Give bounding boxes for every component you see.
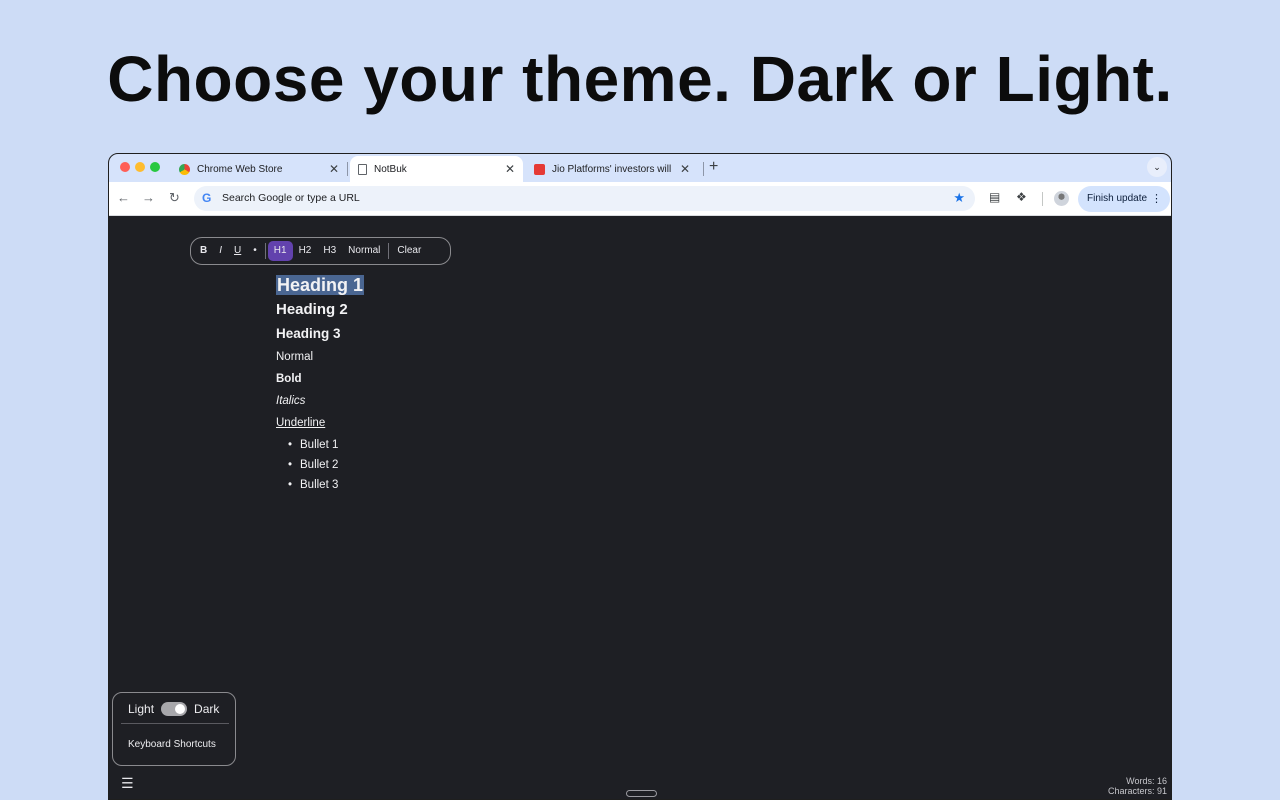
resize-handle[interactable] xyxy=(626,790,657,797)
bullet-button[interactable]: • xyxy=(247,241,263,261)
close-tab-icon[interactable]: ✕ xyxy=(680,162,690,176)
tab-search-chevron-icon[interactable]: ⌄ xyxy=(1147,157,1167,177)
tab-title: NotBuk xyxy=(374,163,407,175)
google-icon: G xyxy=(202,191,212,205)
close-tab-icon[interactable]: ✕ xyxy=(505,162,515,176)
maximize-window-button[interactable] xyxy=(150,162,160,172)
theme-toggle-row: Light Dark xyxy=(128,702,219,716)
heading-2-line[interactable]: Heading 2 xyxy=(276,298,364,322)
dark-label: Dark xyxy=(194,702,220,716)
underline-line[interactable]: Underline xyxy=(276,412,364,434)
italic-button[interactable]: I xyxy=(213,241,228,261)
browser-toolbar: ← → ↻ G Search Google or type a URL ★ ▤ … xyxy=(109,182,1171,216)
profile-avatar[interactable] xyxy=(1054,191,1069,206)
document-stats: Words: 16 Characters: 91 xyxy=(1108,776,1167,796)
bookmark-star-icon[interactable]: ★ xyxy=(953,190,965,206)
bold-line[interactable]: Bold xyxy=(276,368,364,390)
tab-notbuk[interactable]: NotBuk ✕ xyxy=(350,156,523,182)
tab-title: Chrome Web Store xyxy=(197,163,283,175)
normal-line[interactable]: Normal xyxy=(276,346,364,368)
h2-button[interactable]: H2 xyxy=(293,241,318,261)
theme-panel: Light Dark Keyboard Shortcuts xyxy=(112,692,236,766)
heading-1-line[interactable]: Heading 1 xyxy=(276,272,365,298)
tab-title: Jio Platforms' investors will m xyxy=(552,163,674,175)
notbuk-editor-page: B I U • H1 H2 H3 Normal Clear Heading 1 … xyxy=(109,216,1171,799)
back-arrow-icon[interactable]: ← xyxy=(117,190,130,205)
extensions-icon[interactable]: ❖ xyxy=(1016,190,1027,204)
format-divider xyxy=(264,243,266,259)
toolbar-divider xyxy=(1042,192,1043,206)
bullet-list: Bullet 1 Bullet 2 Bullet 3 xyxy=(276,435,364,495)
close-tab-icon[interactable]: ✕ xyxy=(329,162,339,176)
hamburger-menu-icon[interactable]: ☰ xyxy=(121,775,134,792)
list-item[interactable]: Bullet 1 xyxy=(276,435,364,455)
underline-button[interactable]: U xyxy=(228,241,247,261)
tab-chrome-web-store[interactable]: Chrome Web Store ✕ xyxy=(171,156,347,182)
more-menu-icon[interactable]: ⋮ xyxy=(1151,186,1162,212)
light-label: Light xyxy=(128,702,155,716)
document-body[interactable]: Heading 1 Heading 2 Heading 3 Normal Bol… xyxy=(276,272,365,495)
theme-toggle-switch[interactable] xyxy=(161,702,188,716)
page-headline: Choose your theme. Dark or Light. xyxy=(107,43,1173,115)
character-count: Characters: 91 xyxy=(1107,786,1167,796)
reload-icon[interactable]: ↻ xyxy=(169,190,180,206)
bold-button[interactable]: B xyxy=(194,241,213,261)
normal-button[interactable]: Normal xyxy=(342,241,386,261)
list-item[interactable]: Bullet 2 xyxy=(276,455,364,475)
tab-divider xyxy=(347,162,348,176)
browser-window: Chrome Web Store ✕ NotBuk ✕ Jio Platform… xyxy=(108,153,1172,800)
format-toolbar: B I U • H1 H2 H3 Normal Clear xyxy=(190,237,451,265)
clear-button[interactable]: Clear xyxy=(391,241,427,261)
minimize-window-button[interactable] xyxy=(135,162,145,172)
list-item[interactable]: Bullet 3 xyxy=(276,475,364,495)
address-bar[interactable]: G Search Google or type a URL ★ xyxy=(194,186,975,211)
tab-divider xyxy=(703,162,704,176)
word-count: Words: 16 xyxy=(1126,776,1167,786)
tab-jio-news[interactable]: Jio Platforms' investors will m ✕ xyxy=(526,156,698,182)
tab-strip: Chrome Web Store ✕ NotBuk ✕ Jio Platform… xyxy=(109,154,1171,182)
heading-3-line[interactable]: Heading 3 xyxy=(276,322,364,346)
reading-mode-icon[interactable]: ▤ xyxy=(989,190,1000,204)
close-window-button[interactable] xyxy=(120,162,130,172)
keyboard-shortcuts-link[interactable]: Keyboard Shortcuts xyxy=(128,739,216,750)
forward-arrow-icon[interactable]: → xyxy=(142,190,155,205)
h1-button[interactable]: H1 xyxy=(267,241,293,261)
selected-text[interactable]: Heading 1 xyxy=(276,275,365,295)
address-bar-placeholder: Search Google or type a URL xyxy=(222,192,360,204)
finish-update-label: Finish update xyxy=(1087,193,1148,204)
finish-update-button[interactable]: Finish update ⋮ xyxy=(1078,186,1170,212)
h3-button[interactable]: H3 xyxy=(317,241,342,261)
news-site-icon xyxy=(534,163,545,175)
format-divider xyxy=(388,243,390,259)
document-icon xyxy=(358,163,367,175)
italics-line[interactable]: Italics xyxy=(276,390,364,412)
new-tab-button[interactable]: + xyxy=(709,158,718,176)
chrome-web-store-icon xyxy=(179,163,190,175)
toggle-knob xyxy=(175,704,186,714)
panel-divider xyxy=(121,723,229,724)
